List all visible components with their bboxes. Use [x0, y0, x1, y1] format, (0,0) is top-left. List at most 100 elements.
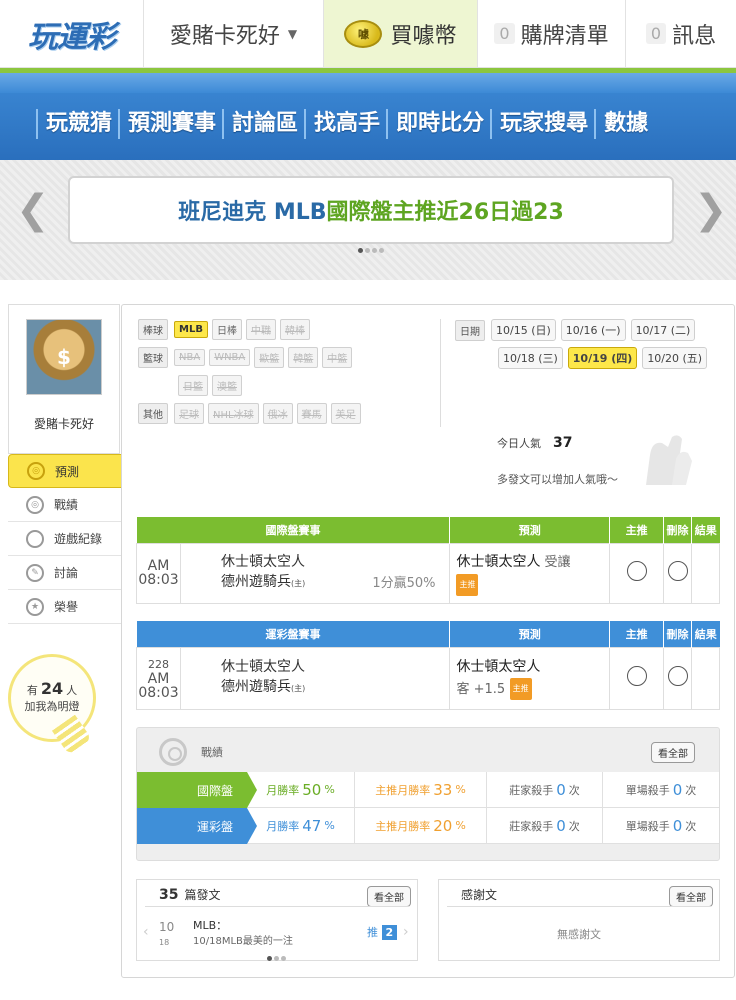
posts-title: 35 篇發文	[159, 886, 221, 903]
carousel-dot[interactable]	[379, 248, 384, 253]
home-team: 德州遊騎兵	[220, 679, 291, 695]
main-pick-radio[interactable]	[626, 666, 647, 686]
cheer-hands-icon	[646, 435, 692, 485]
thanks-empty: 無感謝文	[557, 928, 601, 941]
posts-view-all-button[interactable]: 看全部	[367, 886, 411, 907]
filter-tag-khl: 俄冰	[262, 402, 293, 424]
nav-item-livescore[interactable]: 即時比分	[386, 109, 490, 139]
compass-icon: ✎	[26, 563, 44, 582]
game-number: 228	[147, 657, 169, 671]
nav-item-predict[interactable]: 預測賽事	[118, 109, 222, 139]
caret-down-icon: ▼	[287, 26, 298, 41]
nav-item-guess[interactable]: 玩競猜	[36, 109, 118, 139]
single-killer: 單場殺手 0 次	[603, 772, 719, 808]
home-team: 德州遊騎兵	[220, 574, 291, 590]
side-item-history[interactable]: 遊戲紀錄	[8, 522, 122, 556]
side-item-label: 遊戲紀錄	[54, 532, 103, 546]
side-item-record[interactable]: ◎ 戰績	[8, 488, 122, 522]
away-team: 休士頓太空人	[220, 554, 305, 570]
delete-radio[interactable]	[667, 666, 688, 686]
pct: %	[455, 819, 466, 832]
thanks-view-all-button[interactable]: 看全部	[669, 886, 713, 907]
filter-tag-jbl: 日籃	[178, 374, 208, 396]
messages-button[interactable]: 0 訊息	[626, 0, 736, 67]
site-logo[interactable]: 玩運彩	[0, 0, 144, 68]
main-pick-radio[interactable]	[626, 561, 647, 581]
carousel-dot[interactable]	[358, 248, 363, 253]
date-picker: 日期 10/15 (日) 10/16 (一) 10/17 (二) 10/18 (…	[455, 319, 712, 375]
post-item[interactable]: MLB： 10/18MLB最美的一注	[193, 918, 293, 950]
col-result: 結果	[691, 621, 720, 647]
side-item-honor[interactable]: ★ 榮譽	[8, 590, 122, 624]
side-item-discuss[interactable]: ✎ 討論	[8, 556, 122, 590]
delete-cell	[663, 646, 692, 710]
nav-item-data[interactable]: 數據	[594, 109, 654, 139]
main-pick-cell	[609, 646, 665, 710]
popularity-hint: 多發文可以增加人氣哦～	[497, 473, 618, 486]
col-intl-event: 國際盤賽事	[136, 517, 451, 543]
chevron-left-icon[interactable]: ❮	[16, 190, 50, 230]
cart-label: 購牌清單	[520, 23, 609, 49]
circle-icon	[26, 529, 44, 548]
username: 愛賭卡死好	[169, 23, 280, 49]
intl-prediction-table: 國際盤賽事 預測 主推 刪除 結果 AM 08:03 休士頓太空人 德州遊騎兵(…	[136, 517, 720, 604]
filter-tag-nhl: NHL冰球	[208, 402, 259, 424]
carousel-dot[interactable]	[281, 956, 286, 961]
col-main-pick: 主推	[609, 621, 665, 647]
pct: %	[455, 783, 466, 796]
month-label: 月勝率	[266, 783, 300, 797]
filter-tag-npb[interactable]: 日棒	[211, 318, 242, 340]
user-menu[interactable]: 愛賭卡死好 ▼	[144, 0, 324, 67]
side-item-predict[interactable]: ◎ 預測	[8, 454, 133, 488]
filter-tag-nbl: 澳籃	[212, 374, 242, 396]
time: 08:03	[138, 572, 179, 588]
post-day-sub: 18	[159, 938, 170, 947]
post-push: 推 2	[367, 924, 398, 940]
nav-item-forum[interactable]: 討論區	[222, 109, 304, 139]
result-cell	[691, 542, 720, 604]
date-option[interactable]: 10/17 (二)	[630, 319, 696, 341]
banner-slide[interactable]: 班尼迪克 MLB 國際盤主推近26日過23	[68, 176, 674, 244]
carousel-dot[interactable]	[274, 956, 279, 961]
post-day: 10	[159, 920, 175, 934]
posts-box: 35 篇發文 看全部 ‹ 10 18 MLB： 10/18MLB最美的一注 推 2 …	[136, 879, 418, 961]
messages-count: 0	[645, 23, 667, 44]
filter-tag-mlb[interactable]: MLB	[174, 320, 208, 338]
date-option-selected[interactable]: 10/19 (四)	[567, 347, 638, 369]
month-value: 47	[302, 816, 322, 835]
date-option[interactable]: 10/16 (一)	[560, 319, 626, 341]
delete-radio[interactable]	[667, 561, 688, 581]
target-icon: ◎	[27, 462, 45, 480]
avatar[interactable]: $	[26, 319, 102, 395]
prediction-cell: 休士頓太空人 受讓 主推	[449, 542, 611, 604]
carousel-dot[interactable]	[372, 248, 377, 253]
single-value: 0	[672, 816, 683, 835]
top-bar: 玩運彩 愛賭卡死好 ▼ 噱 買噱幣 0 購牌清單 0 訊息	[0, 0, 736, 68]
date-option[interactable]: 10/18 (三)	[498, 347, 563, 369]
pick-type: 受讓	[544, 554, 571, 570]
chevron-right-icon[interactable]: ›	[403, 924, 409, 940]
handicap-line: 1分贏50%	[372, 576, 436, 591]
nav-item-experts[interactable]: 找高手	[304, 109, 386, 139]
bank-killer: 莊家殺手 0 次	[487, 808, 603, 844]
stats-view-all-button[interactable]: 看全部	[651, 742, 695, 763]
divider	[447, 906, 711, 907]
nav-item-player-search[interactable]: 玩家搜尋	[490, 109, 594, 139]
date-option[interactable]: 10/15 (日)	[491, 319, 556, 341]
buy-coins-button[interactable]: 噱 買噱幣	[324, 0, 478, 67]
sport-filter: 棒球 MLB 日棒 中職 韓棒 籃球 NBA WNBA 歐籃 韓籃 中籃 日籃 …	[138, 318, 365, 431]
month-label: 月勝率	[266, 819, 300, 833]
date-option[interactable]: 10/20 (五)	[642, 347, 708, 369]
filter-tag-nba: NBA	[174, 348, 206, 366]
fans-prefix: 有	[26, 684, 38, 697]
stats-header: 戰績	[159, 738, 223, 766]
main-pick-cell	[609, 542, 665, 604]
month-win-rate: 月勝率 47%	[247, 808, 355, 844]
cart-button[interactable]: 0 購牌清單	[478, 0, 626, 67]
stats-row-label: 運彩盤	[137, 808, 257, 844]
carousel-dot[interactable]	[365, 248, 370, 253]
chevron-right-icon[interactable]: ❯	[694, 190, 728, 230]
chevron-left-icon[interactable]: ‹	[143, 924, 149, 940]
messages-label: 訊息	[672, 23, 717, 49]
carousel-dot[interactable]	[267, 956, 272, 961]
